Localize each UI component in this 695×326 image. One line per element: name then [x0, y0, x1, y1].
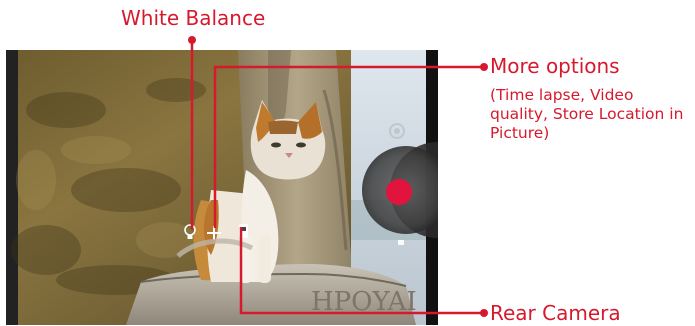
stone-engraving: HPOYAI — [311, 287, 417, 317]
more-options-callout-label: More options — [490, 54, 620, 78]
camera-viewfinder: HPOYAI — [6, 50, 438, 325]
rear-camera-dot — [480, 309, 488, 317]
more-options-dot — [480, 63, 488, 71]
white-balance-callout-label: White Balance — [121, 6, 266, 30]
rear-camera-callout-label: Rear Camera — [490, 301, 621, 325]
record-icon — [386, 179, 412, 205]
white-balance-dot — [188, 36, 196, 44]
camera-switch-icon[interactable] — [239, 224, 248, 238]
viewfinder-photo: HPOYAI — [6, 50, 438, 325]
more-options-callout-description: (Time lapse, Video quality, Store Locati… — [490, 86, 684, 142]
